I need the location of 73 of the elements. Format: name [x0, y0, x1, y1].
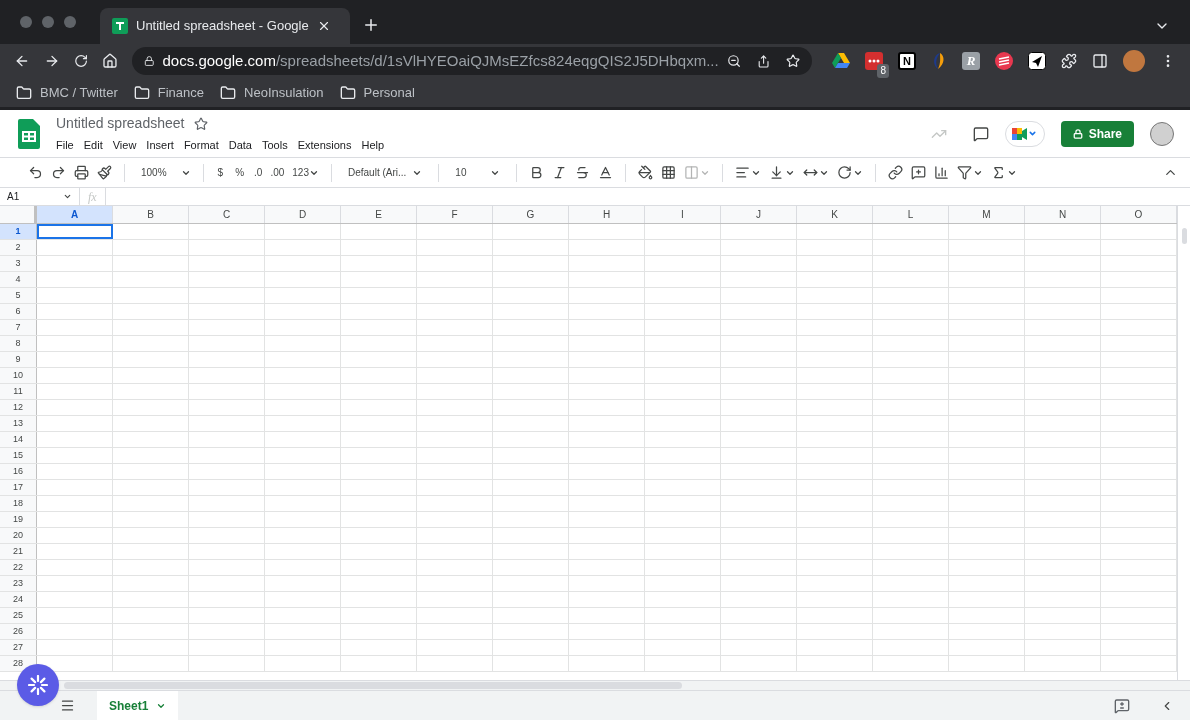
column-header[interactable]: L [873, 206, 949, 223]
browser-tab[interactable]: Untitled spreadsheet - Google [100, 8, 350, 44]
font-select[interactable]: Default (Ari... [344, 165, 427, 180]
menu-item[interactable]: Help [361, 137, 385, 154]
row-header[interactable]: 7 [0, 320, 37, 335]
column-header[interactable]: D [265, 206, 341, 223]
currency-format[interactable]: $ [215, 165, 226, 180]
row-header[interactable]: 2 [0, 240, 37, 255]
row-header[interactable]: 20 [0, 528, 37, 543]
menu-item[interactable]: Tools [261, 137, 288, 154]
column-header[interactable]: C [189, 206, 265, 223]
column-header[interactable]: E [341, 206, 417, 223]
column-header[interactable]: N [1025, 206, 1101, 223]
row-header[interactable]: 5 [0, 288, 37, 303]
column-header[interactable]: J [721, 206, 797, 223]
menu-item[interactable]: File [56, 137, 74, 154]
notification-badge: 8 [877, 64, 889, 78]
column-header[interactable]: B [113, 206, 189, 223]
increase-decimals[interactable]: .00 [270, 165, 285, 180]
row-header[interactable]: 10 [0, 368, 37, 383]
row-header[interactable]: 6 [0, 304, 37, 319]
number-format-select[interactable]: 123 [292, 165, 319, 180]
column-header[interactable]: K [797, 206, 873, 223]
row-header[interactable]: 8 [0, 336, 37, 351]
row-header[interactable]: 18 [0, 496, 37, 511]
column-header[interactable]: A [37, 206, 113, 223]
font-size-select[interactable]: 10 [451, 165, 505, 180]
document-title[interactable]: Untitled spreadsheet [56, 113, 185, 135]
bookmark[interactable]: Finance [133, 82, 205, 103]
menu-item[interactable]: Extensions [297, 137, 352, 154]
row-header[interactable]: 22 [0, 560, 37, 575]
notion-icon[interactable]: N [898, 52, 916, 70]
bookmark[interactable]: BMC / Twitter [16, 82, 118, 103]
row-header[interactable]: 14 [0, 432, 37, 447]
function-label: fx [80, 187, 106, 206]
menu-item[interactable]: View [112, 137, 137, 154]
row-header[interactable]: 26 [0, 624, 37, 639]
row-header[interactable]: 11 [0, 384, 37, 399]
row-header[interactable]: 4 [0, 272, 37, 287]
address-bar[interactable]: docs.google.com/spreadsheets/d/1sVlHYEOaiQJMsEZfcs824eqgQIS2J5DHbqxm... [132, 47, 812, 75]
tab-title: Untitled spreadsheet - Google [136, 17, 309, 36]
row-header[interactable]: 19 [0, 512, 37, 527]
row-header[interactable]: 24 [0, 592, 37, 607]
row-header[interactable]: 9 [0, 352, 37, 367]
menu-item[interactable]: Insert [146, 137, 174, 154]
menu-item[interactable]: Format [183, 137, 219, 154]
share-button[interactable]: Share [1060, 120, 1134, 147]
row-header[interactable]: 21 [0, 544, 37, 559]
menu-item[interactable]: Data [228, 137, 252, 154]
name-box[interactable]: A1 [0, 188, 80, 205]
sheet-tab[interactable]: Sheet1 [97, 690, 179, 720]
column-header[interactable]: F [417, 206, 493, 223]
column-header[interactable]: M [949, 206, 1025, 223]
bookmark[interactable]: Personal [339, 82, 415, 103]
row-header[interactable]: 17 [0, 480, 37, 495]
column-header[interactable]: I [645, 206, 721, 223]
percent-format[interactable]: % [233, 165, 247, 180]
zoom-select[interactable]: 100% [137, 165, 191, 180]
url-text: docs.google.com/spreadsheets/d/1sVlHYEOaiQJMsEZfcs824eqgQIS2J5DHbqxm... [162, 50, 719, 71]
row-header[interactable]: 13 [0, 416, 37, 431]
row-header[interactable]: 16 [0, 464, 37, 479]
row-header[interactable]: 3 [0, 256, 37, 271]
row-header[interactable]: 15 [0, 448, 37, 463]
row-header[interactable]: 27 [0, 640, 37, 655]
row-header[interactable]: 12 [0, 400, 37, 415]
row-header[interactable]: 25 [0, 608, 37, 623]
row-header[interactable]: 1 [0, 224, 37, 239]
column-header[interactable]: H [569, 206, 645, 223]
menu-item[interactable]: Edit [83, 137, 103, 154]
column-header[interactable]: G [493, 206, 569, 223]
bookmark[interactable]: NeoInsulation [220, 82, 324, 103]
row-header[interactable]: 23 [0, 576, 37, 591]
decrease-decimals[interactable]: .0 [254, 165, 263, 180]
